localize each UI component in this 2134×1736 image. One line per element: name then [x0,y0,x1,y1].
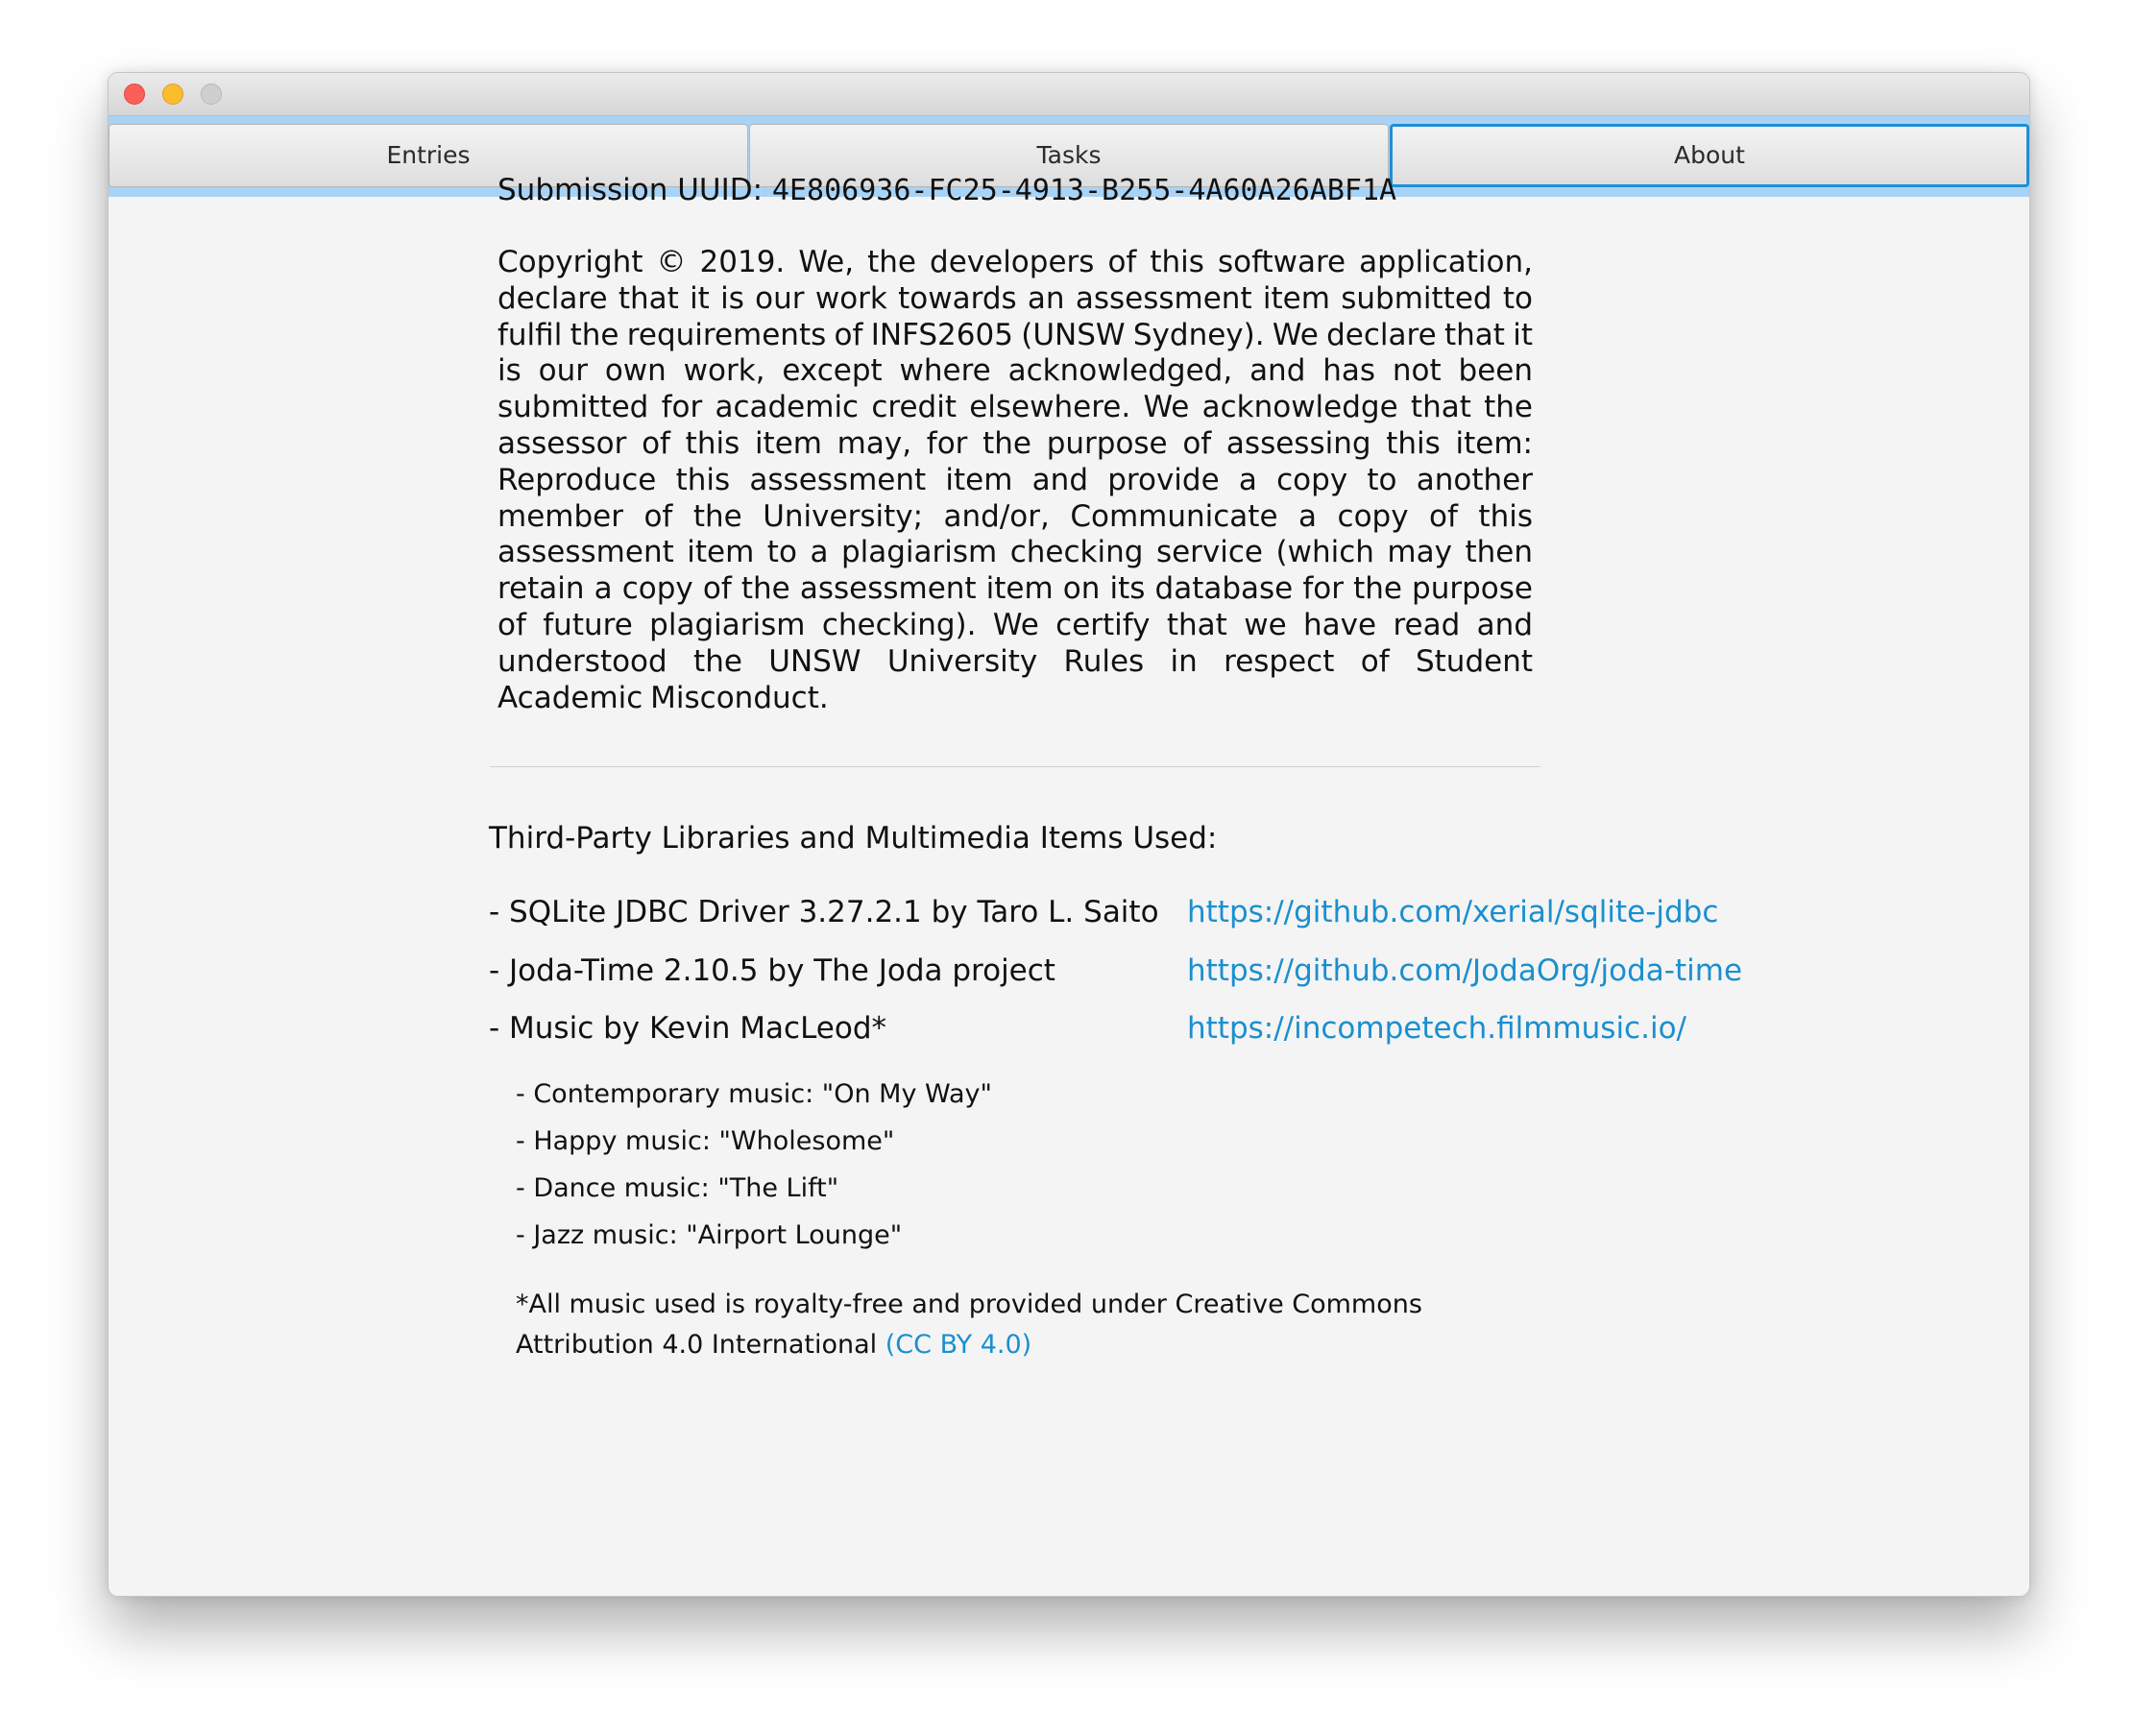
title-bar[interactable] [109,73,2029,116]
music-track-item: - Dance music: "The Lift" [516,1173,839,1203]
library-link-sqlite[interactable]: https://github.com/xerial/sqlite-jdbc [1187,895,1718,929]
library-link-jodatime[interactable]: https://github.com/JodaOrg/joda-time [1187,953,1742,988]
academic-declaration: Copyright © 2019. We, the developers of … [497,245,1533,715]
tab-about[interactable]: About [1390,124,2029,187]
music-track-item: - Contemporary music: "On My Way" [516,1079,992,1109]
section-divider [490,766,1540,767]
library-name-music: - Music by Kevin MacLeod* [489,1011,887,1046]
uuid-value: 4E806936-FC25-4913-B255-4A60A26ABF1A [771,174,1397,207]
close-icon[interactable] [124,84,145,105]
license-line-2-text: Attribution 4.0 International [516,1330,885,1360]
license-line-2: Attribution 4.0 International (CC BY 4.0… [516,1325,1422,1365]
music-track-item: - Happy music: "Wholesome" [516,1126,895,1156]
license-line-1: *All music used is royalty-free and prov… [516,1290,1422,1319]
cc-by-license-link[interactable]: (CC BY 4.0) [885,1330,1031,1360]
library-name-sqlite: - SQLite JDBC Driver 3.27.2.1 by Taro L.… [489,895,1159,929]
zoom-icon[interactable] [201,84,222,105]
minimize-icon[interactable] [162,84,183,105]
submission-uuid: Submission UUID: 4E806936-FC25-4913-B255… [497,173,1396,207]
library-name-jodatime: - Joda-Time 2.10.5 by The Joda project [489,953,1055,988]
library-link-music[interactable]: https://incompetech.filmmusic.io/ [1187,1011,1686,1046]
music-license-note: *All music used is royalty-free and prov… [516,1285,1422,1365]
uuid-label: Submission UUID: [497,173,772,207]
libraries-heading: Third-Party Libraries and Multimedia Ite… [489,821,1218,856]
music-track-item: - Jazz music: "Airport Lounge" [516,1220,903,1250]
